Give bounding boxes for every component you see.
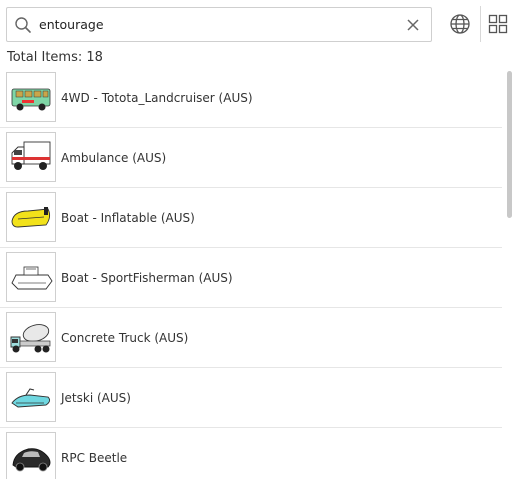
sport-fisherman-boat-thumbnail [6,252,56,302]
jetski-thumbnail [6,372,56,422]
clear-search-icon[interactable] [401,13,425,37]
scrollbar-thumb[interactable] [507,71,512,218]
grid-view-icon[interactable] [485,11,511,37]
list-item[interactable]: 4WD - Totota_Landcruiser (AUS) [0,68,502,128]
search-box[interactable] [6,7,432,42]
ambulance-thumbnail [6,132,56,182]
list-item[interactable]: Ambulance (AUS) [0,128,502,188]
globe-icon[interactable] [447,11,473,37]
item-label: Ambulance (AUS) [61,150,167,165]
search-icon [13,15,33,35]
list-item[interactable]: RPC Beetle [0,428,502,479]
item-label: 4WD - Totota_Landcruiser (AUS) [61,90,253,105]
beetle-car-thumbnail [6,432,56,479]
inflatable-boat-thumbnail [6,192,56,242]
item-list: 4WD - Totota_Landcruiser (AUS) Ambulance… [0,68,504,479]
item-label: Concrete Truck (AUS) [61,330,189,345]
toolbar-divider [480,6,481,42]
item-label: Boat - SportFisherman (AUS) [61,270,233,285]
item-label: Boat - Inflatable (AUS) [61,210,195,225]
search-input[interactable] [39,8,401,41]
total-items-label: Total Items: 18 [7,50,103,65]
list-item[interactable]: Jetski (AUS) [0,368,502,428]
landcruiser-thumbnail [6,72,56,122]
list-item[interactable]: Concrete Truck (AUS) [0,308,502,368]
list-scrollbar[interactable] [505,68,513,479]
concrete-truck-thumbnail [6,312,56,362]
list-item[interactable]: Boat - Inflatable (AUS) [0,188,502,248]
item-label: RPC Beetle [61,450,128,465]
item-label: Jetski (AUS) [61,390,131,405]
list-item[interactable]: Boat - SportFisherman (AUS) [0,248,502,308]
